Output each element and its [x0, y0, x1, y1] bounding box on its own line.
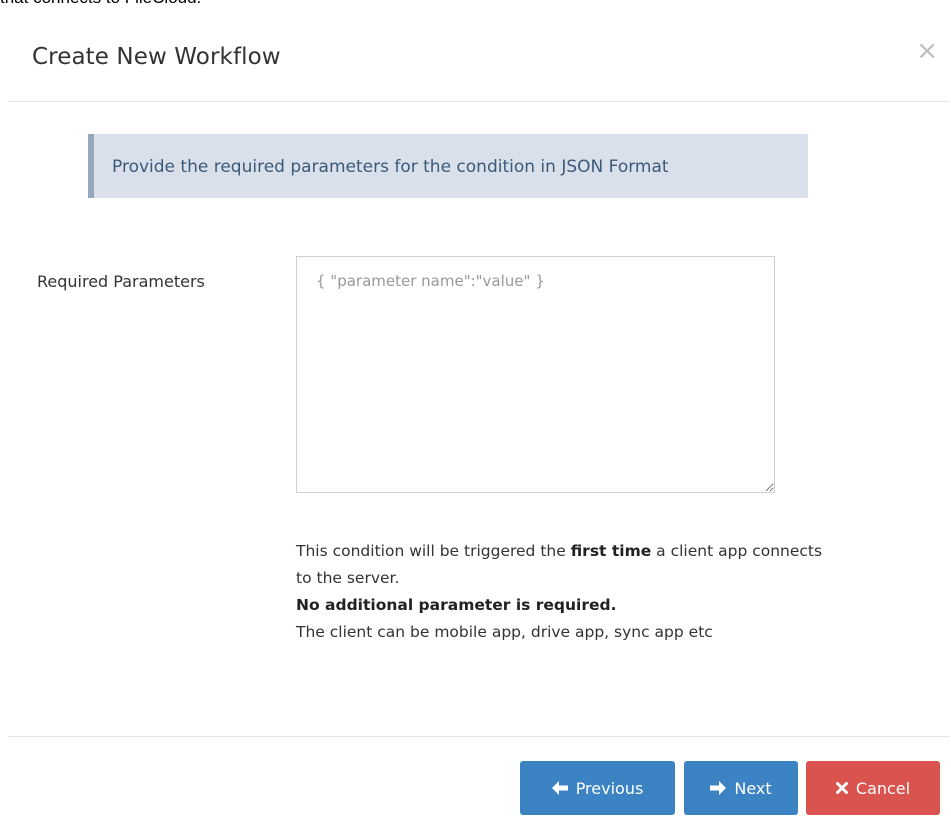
help-no-parameter-note: No additional parameter is required. [296, 596, 617, 614]
close-icon[interactable]: × [916, 38, 938, 64]
cancel-button-label: Cancel [855, 778, 911, 798]
required-parameters-input[interactable] [296, 256, 775, 493]
modal-footer-divider [8, 736, 950, 737]
help-line1-bold: first time [570, 542, 652, 560]
create-workflow-modal: that connects to FileCloud. Create New W… [0, 0, 951, 832]
info-callout-text: Provide the required parameters for the … [112, 157, 669, 177]
previous-button[interactable]: Previous [520, 761, 675, 815]
help-line1-pre: This condition will be triggered the [296, 542, 571, 560]
cancel-button[interactable]: Cancel [806, 761, 940, 815]
next-button[interactable]: Next [684, 761, 798, 815]
arrow-left-icon [551, 781, 568, 795]
modal-header: Create New Workflow × [8, 0, 950, 102]
help-line3: The client can be mobile app, drive app,… [296, 623, 713, 641]
arrow-right-icon [710, 781, 727, 795]
previous-button-label: Previous [575, 778, 644, 798]
modal-title: Create New Workflow [32, 44, 281, 70]
next-button-label: Next [734, 778, 772, 798]
required-parameters-label: Required Parameters [37, 272, 205, 291]
x-mark-icon [835, 782, 848, 794]
info-callout: Provide the required parameters for the … [88, 134, 808, 198]
condition-help-text: This condition will be triggered the fir… [296, 538, 836, 646]
